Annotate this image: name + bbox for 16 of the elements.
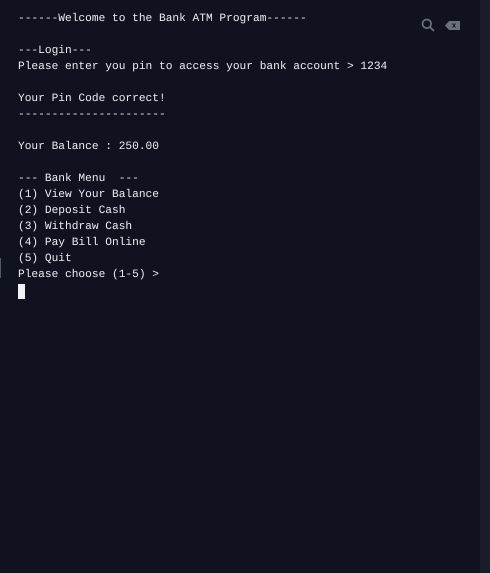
console-line: Your Balance : 250.00	[18, 140, 159, 155]
console-line: --- Bank Menu ---	[18, 172, 139, 187]
console-line: (2) Deposit Cash	[18, 204, 126, 219]
text-cursor	[18, 284, 25, 299]
console-line: Your Pin Code correct!	[18, 92, 166, 107]
console-line: ------Welcome to the Bank ATM Program------	[18, 12, 307, 27]
clear-icon[interactable]	[445, 20, 460, 30]
console-line: ----------------------	[18, 108, 166, 123]
console-line: (4) Pay Bill Online	[18, 236, 146, 251]
console-line: Please enter you pin to access your bank account > 1234	[18, 60, 388, 75]
console-line: (3) Withdraw Cash	[18, 220, 132, 235]
search-icon[interactable]	[421, 18, 435, 32]
console-line: ---Login---	[18, 44, 92, 59]
console-line: (1) View Your Balance	[18, 188, 159, 203]
console-line: (5) Quit	[18, 252, 72, 267]
console-line: Please choose (1-5) >	[18, 268, 159, 283]
